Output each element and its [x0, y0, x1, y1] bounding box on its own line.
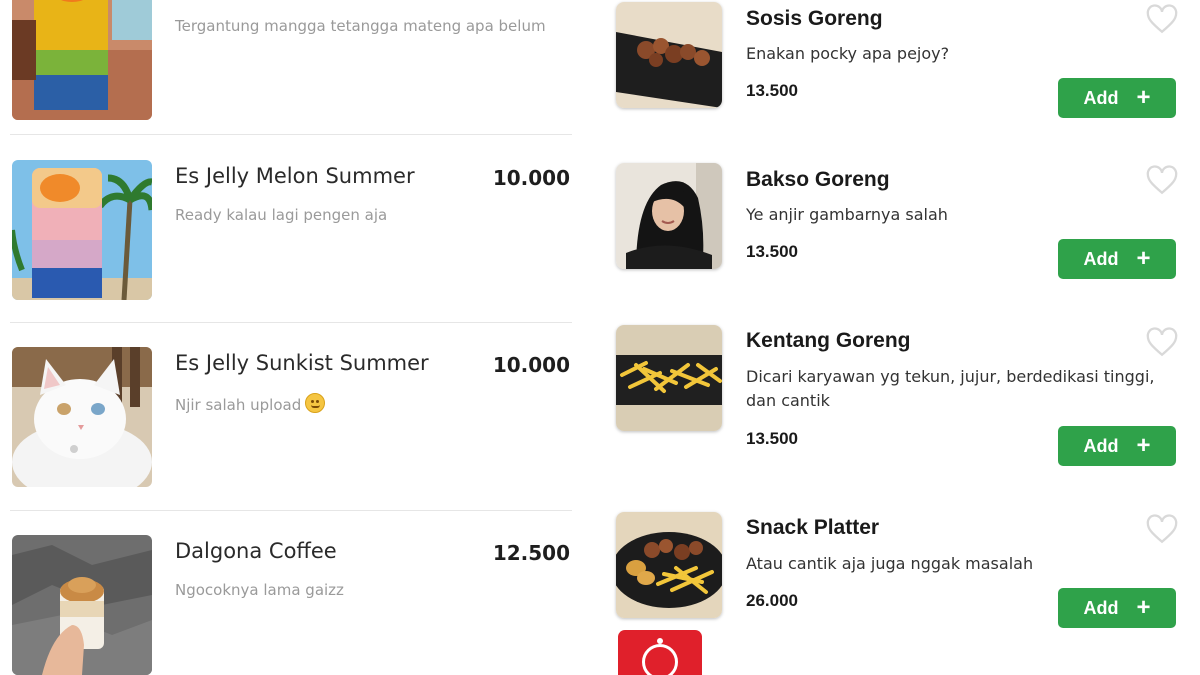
menu-item-image	[12, 535, 152, 675]
heart-icon[interactable]	[1145, 163, 1179, 197]
menu-item-image	[12, 0, 152, 120]
menu-item-description: Atau cantik aja juga nggak masalah	[746, 554, 1034, 573]
menu-item-price: 13.500	[746, 81, 798, 100]
menu-item-price: 10.000	[492, 353, 570, 377]
menu-item-price: 13.500	[746, 242, 798, 261]
cart-icon	[642, 644, 678, 675]
menu-item-image	[12, 160, 152, 300]
menu-item-image	[616, 163, 722, 269]
menu-item-description: Tergantung mangga tetangga mateng apa be…	[175, 17, 546, 35]
menu-item-image	[616, 512, 722, 618]
plus-icon: +	[1136, 432, 1151, 459]
heart-icon[interactable]	[1145, 2, 1179, 36]
menu-item-name: Dalgona Coffee	[175, 539, 337, 563]
menu-item-image	[616, 2, 722, 108]
add-button[interactable]: Add +	[1058, 426, 1176, 466]
add-button[interactable]: Add +	[1058, 588, 1176, 628]
add-button[interactable]: Add +	[1058, 78, 1176, 118]
menu-item-description: Enakan pocky apa pejoy?	[746, 44, 950, 63]
menu-item-price: 26.000	[746, 591, 798, 610]
menu-item-price: 10.000	[492, 166, 570, 190]
add-button[interactable]: Add +	[1058, 239, 1176, 279]
menu-item-name: Bakso Goreng	[746, 168, 890, 191]
menu-item-name: Es Jelly Sunkist Summer	[175, 351, 429, 375]
list-item[interactable]: Es Jelly Melon Summer 10.000 Ready kalau…	[10, 160, 572, 300]
heart-icon[interactable]	[1145, 512, 1179, 546]
grimacing-face-icon	[305, 393, 326, 413]
menu-item-name: Kentang Goreng	[746, 329, 911, 352]
menu-item-description: Ngocoknya lama gaizz	[175, 581, 344, 599]
divider	[10, 510, 572, 511]
menu-list-right: Sosis Goreng Enakan pocky apa pejoy? 13.…	[600, 0, 1200, 675]
heart-icon[interactable]	[1145, 325, 1179, 359]
add-button-label: Add	[1083, 248, 1119, 269]
cart-button[interactable]	[618, 630, 702, 675]
list-item[interactable]: Es Jelly Sunkist Summer 10.000 Njir sala…	[10, 347, 572, 487]
divider	[10, 322, 572, 323]
divider	[10, 134, 572, 135]
list-item[interactable]: Dalgona Coffee 12.500 Ngocoknya lama gai…	[10, 535, 572, 675]
menu-item-description-row: Njir salah upload	[175, 393, 326, 414]
menu-item-description: Ye anjir gambarnya salah	[746, 205, 948, 224]
menu-item-name: Sosis Goreng	[746, 7, 883, 30]
menu-item-description: Njir salah upload	[175, 396, 302, 414]
menu-item-description: Dicari karyawan yg tekun, jujur, berdedi…	[746, 367, 1155, 410]
menu-item-name: Es Jelly Melon Summer	[175, 164, 415, 188]
menu-item-price: 12.500	[492, 541, 570, 565]
menu-item-name: Snack Platter	[746, 516, 880, 539]
add-button-label: Add	[1083, 597, 1119, 618]
add-button-label: Add	[1083, 435, 1119, 456]
menu-item-description: Ready kalau lagi pengen aja	[175, 206, 388, 224]
menu-item-image	[616, 325, 722, 431]
plus-icon: +	[1136, 594, 1151, 621]
plus-icon: +	[1136, 245, 1151, 272]
menu-list-left: Tergantung mangga tetangga mateng apa be…	[0, 0, 590, 675]
add-button-label: Add	[1083, 87, 1119, 108]
plus-icon: +	[1136, 84, 1151, 111]
list-item[interactable]: Tergantung mangga tetangga mateng apa be…	[10, 0, 572, 120]
menu-item-image	[12, 347, 152, 487]
menu-item-price: 13.500	[746, 429, 798, 448]
